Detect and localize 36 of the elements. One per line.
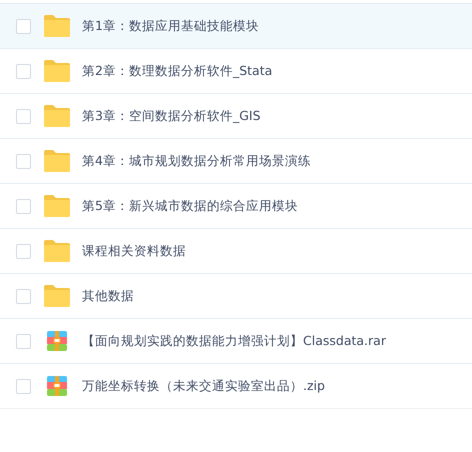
file-row[interactable]: 万能坐标转换（未来交通实验室出品）.zip <box>0 363 472 409</box>
file-row[interactable]: 第5章：新兴城市数据的综合应用模块 <box>0 183 472 228</box>
file-name[interactable]: 万能坐标转换（未来交通实验室出品）.zip <box>82 378 325 394</box>
folder-icon <box>44 150 70 172</box>
folder-icon <box>44 15 70 37</box>
file-name[interactable]: 第4章：城市规划数据分析常用场景演练 <box>82 152 311 170</box>
file-name[interactable]: 第5章：新兴城市数据的综合应用模块 <box>82 198 298 214</box>
checkbox[interactable] <box>16 64 31 78</box>
checkbox[interactable] <box>16 154 31 168</box>
checkbox[interactable] <box>16 18 31 34</box>
file-row[interactable]: 第2章：数理数据分析软件_Stata <box>0 48 472 93</box>
file-name[interactable]: 课程相关资料数据 <box>82 242 186 260</box>
checkbox[interactable] <box>16 378 31 394</box>
checkbox[interactable] <box>16 198 31 214</box>
folder-icon <box>44 105 70 127</box>
file-row[interactable]: 【面向规划实践的数据能力增强计划】Classdata.rar <box>0 318 472 363</box>
checkbox[interactable] <box>16 108 31 124</box>
file-name[interactable]: 【面向规划实践的数据能力增强计划】Classdata.rar <box>82 332 386 350</box>
file-row[interactable]: 第4章：城市规划数据分析常用场景演练 <box>0 138 472 183</box>
checkbox[interactable] <box>16 288 31 304</box>
file-name[interactable]: 第3章：空间数据分析软件_GIS <box>82 108 261 124</box>
folder-icon <box>44 240 70 262</box>
file-name[interactable]: 其他数据 <box>82 288 134 304</box>
folder-icon <box>44 195 70 217</box>
archive-icon <box>47 331 67 351</box>
folder-icon <box>44 60 70 82</box>
archive-icon <box>47 376 67 396</box>
file-name[interactable]: 第1章：数据应用基础技能模块 <box>82 18 259 34</box>
file-name[interactable]: 第2章：数理数据分析软件_Stata <box>82 62 272 80</box>
checkbox[interactable] <box>16 244 31 258</box>
file-row[interactable]: 课程相关资料数据 <box>0 228 472 273</box>
file-row[interactable]: 第3章：空间数据分析软件_GIS <box>0 93 472 138</box>
folder-icon <box>44 285 70 307</box>
file-row[interactable]: 第1章：数据应用基础技能模块 <box>0 3 472 48</box>
checkbox[interactable] <box>16 334 31 348</box>
file-row[interactable]: 其他数据 <box>0 273 472 318</box>
